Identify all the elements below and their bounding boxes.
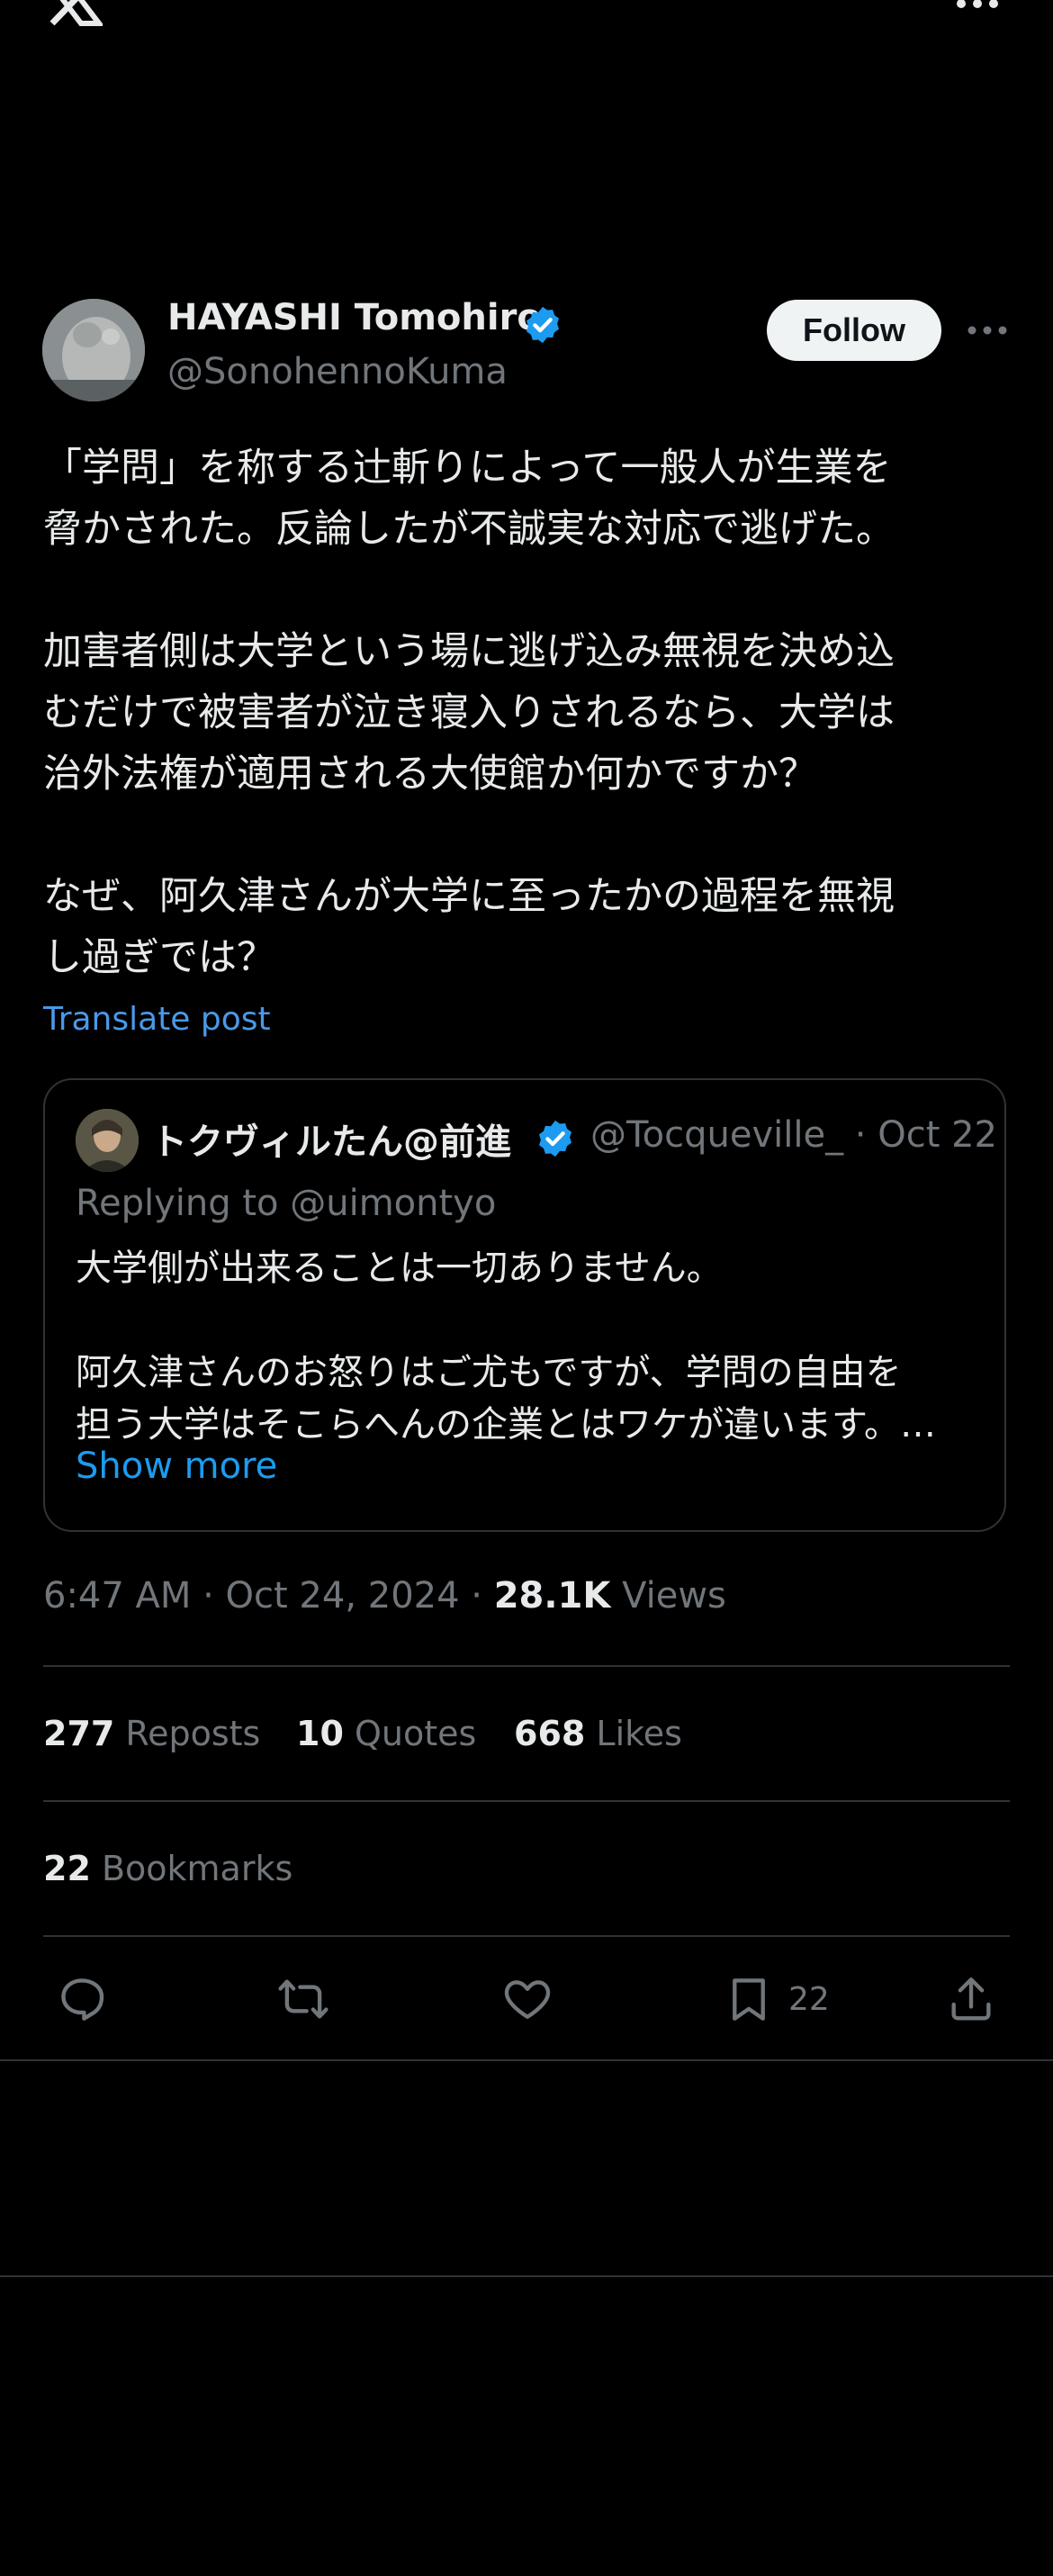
quote-meta: @Tocqueville_ · Oct 22 [590,1114,997,1156]
quote-separator: · [854,1114,867,1156]
translate-post-link[interactable]: Translate post [43,1001,271,1038]
repost-icon [278,1979,328,2019]
reply-icon [61,1978,104,2021]
quote-date[interactable]: Oct 22 [878,1114,997,1156]
post-line: 加害者側は大学という場に逃げ込み無視を決め込 [43,629,895,674]
reposts-stat[interactable]: 277 Reposts [43,1714,260,1753]
post-timestamp[interactable]: 6:47 AM · Oct 24, 2024 · 28.1K Views [43,1575,726,1617]
more-icon[interactable] [965,317,1010,344]
quotes-stat[interactable]: 10 Quotes [296,1714,476,1753]
show-more-link[interactable]: Show more [76,1446,277,1487]
quoted-post[interactable]: トクヴィルたん@前進 @Tocqueville_ · Oct 22 Replyi… [43,1078,1006,1532]
quote-text: 大学側が出来ることは一切ありません。 阿久津さんのお怒りはご尤もですが、学問の自… [76,1242,976,1451]
divider [0,2059,1053,2061]
quote-author-handle[interactable]: @Tocqueville_ [590,1114,843,1156]
quote-line: 大学側が出来ることは一切ありません。 [76,1247,723,1289]
likes-label: Likes [585,1714,682,1753]
post-line: 治外法権が適用される大使館か何かですか？ [43,752,817,797]
more-icon[interactable] [954,0,1001,14]
share-button[interactable] [940,1968,1003,2031]
author-handle[interactable]: @SonohennoKuma [167,351,508,392]
post-line: 「学問」を称する辻斬りによって一般人が生業を [43,446,892,491]
like-button[interactable] [496,1968,559,2031]
quote-avatar-image-icon [76,1109,139,1172]
avatar-image-icon [42,299,145,401]
bookmark-icon [733,1978,765,2021]
post-text: 「学問」を称する辻斬りによって一般人が生業を 脅かされた。反論したが不誠実な対応… [43,437,1015,988]
reply-button[interactable] [50,1968,113,2031]
bookmarks-count: 22 [43,1849,91,1888]
post-line: し過ぎでは？ [43,935,275,980]
like-icon [504,1980,551,2019]
quote-line: 担う大学はそこらへんの企業とはワケが違います。… [76,1404,936,1446]
views-count: 28.1K [493,1575,611,1617]
views-label: Views [610,1575,726,1617]
bookmark-button[interactable] [717,1968,780,2031]
verified-badge-icon [526,306,560,344]
divider [43,1935,1010,1937]
post-line: なぜ、阿久津さんが大学に至ったかの過程を無視 [43,874,895,919]
post-line: 脅かされた。反論したが不誠実な対応で逃げた。 [43,507,895,552]
avatar[interactable] [42,299,145,401]
likes-stat[interactable]: 668 Likes [514,1714,682,1753]
follow-button[interactable]: Follow [767,300,941,361]
quotes-label: Quotes [343,1714,477,1753]
verified-badge-icon [538,1120,572,1157]
reposts-count: 277 [43,1714,115,1753]
quote-avatar[interactable] [76,1109,139,1172]
bookmarks-stat[interactable]: 22 Bookmarks [43,1849,292,1888]
divider [0,2275,1053,2277]
x-logo-icon[interactable] [43,0,103,29]
author-name[interactable]: HAYASHI Tomohiro [167,297,542,338]
share-icon [951,1977,991,2021]
quote-author-name[interactable]: トクヴィルたん@前進 [151,1112,574,1165]
bookmark-action-count: 22 [788,1981,830,2018]
divider [43,1665,1010,1667]
likes-count: 668 [514,1714,586,1753]
timestamp-text[interactable]: 6:47 AM · Oct 24, 2024 · [43,1575,494,1617]
quote-replying-to: Replying to @uimontyo [76,1183,497,1224]
divider [43,1800,1010,1802]
quotes-count: 10 [296,1714,344,1753]
post-line: むだけで被害者が泣き寝入りされるなら、大学は [43,690,895,735]
repost-button[interactable] [272,1968,335,2031]
bookmarks-label: Bookmarks [90,1849,293,1888]
reposts-label: Reposts [114,1714,261,1753]
quote-line: 阿久津さんのお怒りはご尤もですが、学問の自由を [76,1352,902,1393]
